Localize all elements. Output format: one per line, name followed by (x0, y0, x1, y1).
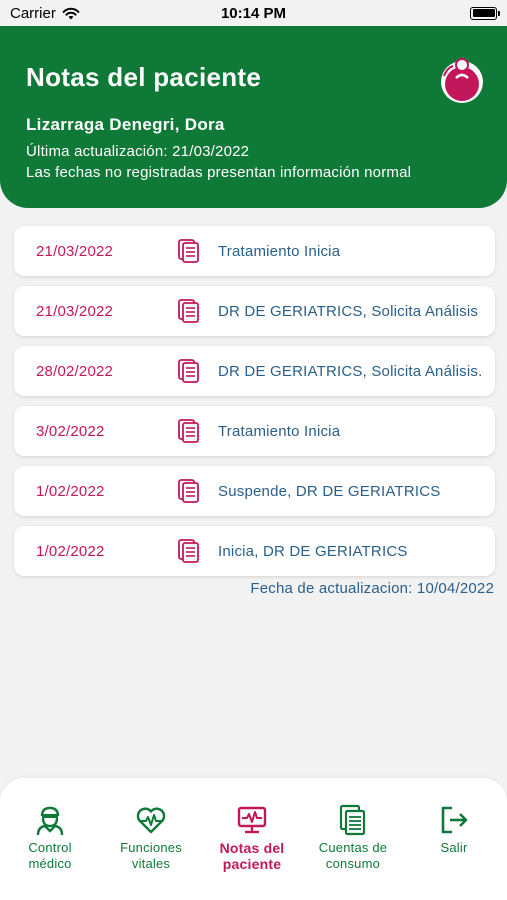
tab-label: Control médico (28, 840, 72, 871)
tab-cuentas-consumo[interactable]: Cuentas de consumo (303, 804, 403, 872)
tab-label: Funciones vitales (120, 840, 182, 871)
note-row[interactable]: 3/02/2022 Tratamiento Inicia (14, 406, 495, 456)
bottom-tab-bar: Control médico Funciones vitales Notas del… (0, 778, 507, 900)
note-text: Suspende, DR DE GERIATRICS (218, 482, 441, 500)
page-title: Notas del paciente (26, 62, 262, 92)
note-date: 28/02/2022 (36, 362, 114, 380)
document-icon (178, 479, 199, 503)
document-icon (178, 539, 199, 563)
info-note: Las fechas no registradas presentan info… (26, 164, 412, 181)
note-date: 3/02/2022 (36, 422, 105, 440)
document-icon (178, 419, 199, 443)
document-icon (178, 239, 199, 263)
note-date: 21/03/2022 (36, 242, 114, 260)
note-date: 1/02/2022 (36, 542, 105, 560)
note-row[interactable]: 21/03/2022 Tratamiento Inicia (14, 226, 495, 276)
note-row[interactable]: 21/03/2022 DR DE GERIATRICS, Solicita An… (14, 286, 495, 336)
note-text: Tratamiento Inicia (218, 242, 341, 260)
note-row[interactable]: 1/02/2022 Suspende, DR DE GERIATRICS (14, 466, 495, 516)
document-icon (178, 359, 199, 383)
tab-label: Notas del paciente (219, 840, 285, 872)
logout-icon (441, 806, 468, 834)
note-row[interactable]: 28/02/2022 DR DE GERIATRICS, Solicita An… (14, 346, 495, 396)
note-date: 21/03/2022 (36, 302, 114, 320)
note-text: Tratamiento Inicia (218, 422, 341, 440)
notes-list: 21/03/2022 Tratamiento Inicia 21/03/2022… (14, 226, 495, 586)
tab-salir[interactable]: Salir (404, 804, 504, 856)
doctor-icon (36, 806, 64, 836)
carrier-label: Carrier (10, 4, 56, 22)
heart-pulse-icon (136, 807, 166, 834)
note-row[interactable]: 1/02/2022 Inicia, DR DE GERIATRICS (14, 526, 495, 576)
document-icon (178, 299, 199, 323)
battery-icon (470, 6, 500, 20)
monitor-icon (237, 806, 267, 834)
app-logo-icon (441, 58, 483, 103)
footer-update-date: Fecha de actualizacion: 10/04/2022 (250, 580, 494, 597)
tab-control-medico[interactable]: Control médico (0, 804, 100, 872)
tab-notas-paciente[interactable]: Notas del paciente (202, 804, 302, 872)
tab-label: Salir (440, 840, 468, 855)
note-text: Inicia, DR DE GERIATRICS (218, 542, 408, 560)
patient-name: Lizarraga Denegri, Dora (26, 115, 225, 134)
documents-icon (339, 804, 366, 836)
note-text: DR DE GERIATRICS, Solicita Análisis. (218, 362, 483, 380)
last-update-label: Última actualización: 21/03/2022 (26, 143, 250, 160)
wifi-icon (62, 7, 80, 19)
page-header: Notas del paciente Lizarraga Denegri, Do… (0, 26, 507, 208)
note-date: 1/02/2022 (36, 482, 105, 500)
tab-funciones-vitales[interactable]: Funciones vitales (101, 804, 201, 872)
note-text: DR DE GERIATRICS, Solicita Análisis (218, 302, 479, 320)
status-left: Carrier (10, 5, 80, 22)
status-bar: Carrier 10:14 PM (0, 0, 507, 26)
tab-label: Cuentas de consumo (318, 840, 388, 871)
